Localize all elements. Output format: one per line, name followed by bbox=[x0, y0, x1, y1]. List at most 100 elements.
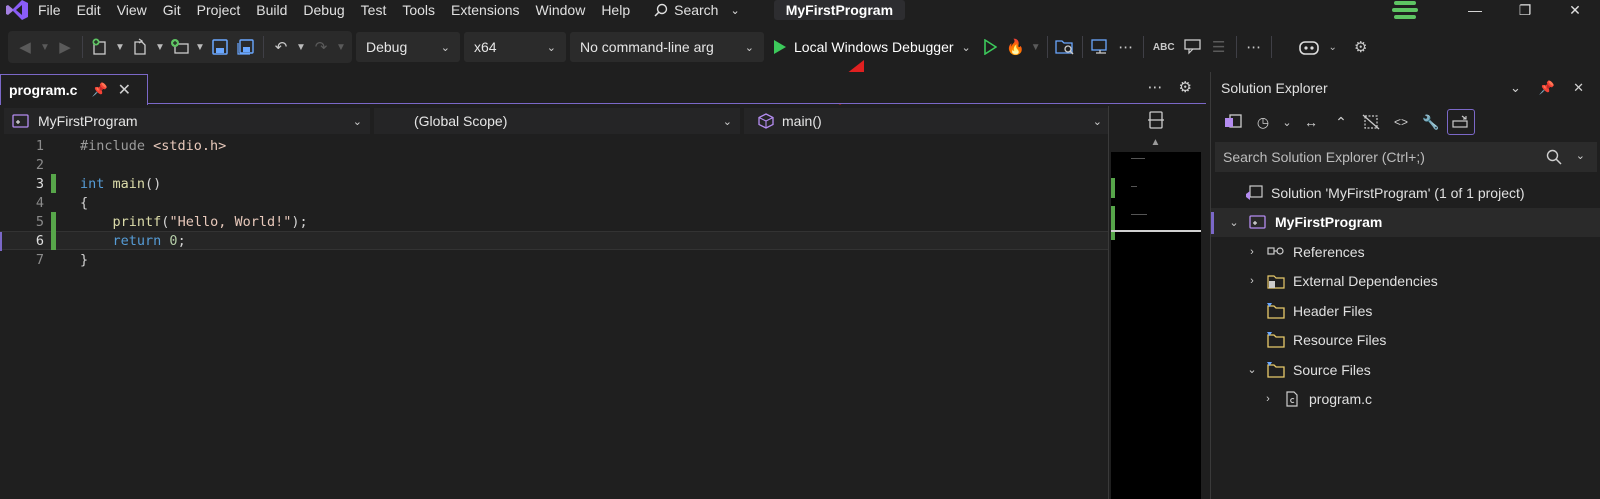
external-dependencies-icon bbox=[1267, 273, 1285, 289]
copilot-icon[interactable] bbox=[1296, 34, 1322, 60]
more-options-icon[interactable]: ⋯ bbox=[1241, 34, 1267, 60]
code-line[interactable]: 2 bbox=[0, 155, 1108, 174]
preview-selected-items-icon[interactable] bbox=[1447, 109, 1475, 135]
tree-item-external-dependencies[interactable]: › External Dependencies bbox=[1211, 267, 1600, 297]
menu-view[interactable]: View bbox=[109, 0, 155, 20]
visual-studio-logo-icon[interactable] bbox=[4, 0, 30, 20]
save-all-icon[interactable] bbox=[233, 34, 259, 60]
solution-search-input[interactable]: Search Solution Explorer (Ctrl+;) ⌄ bbox=[1215, 142, 1597, 172]
navigate-forward-icon[interactable]: ▶ bbox=[52, 34, 78, 60]
menu-build[interactable]: Build bbox=[248, 0, 295, 20]
member-dropdown[interactable]: main() ⌄ bbox=[744, 108, 1110, 134]
tree-item-program-c[interactable]: › program.c bbox=[1211, 385, 1600, 415]
menu-edit[interactable]: Edit bbox=[69, 0, 109, 20]
chevron-down-icon[interactable]: ⌄ bbox=[1576, 149, 1585, 165]
tree-item-source-files[interactable]: ⌄ Source Files bbox=[1211, 355, 1600, 385]
chevron-down-icon[interactable]: ▼ bbox=[38, 42, 52, 53]
chevron-down-icon[interactable]: ⌄ bbox=[1279, 109, 1295, 135]
navigate-back-icon[interactable]: ◀ bbox=[12, 34, 38, 60]
pin-icon[interactable]: 📌 bbox=[91, 82, 107, 98]
chevron-down-icon[interactable]: ⌄ bbox=[1326, 42, 1340, 53]
scope-dropdown[interactable]: (Global Scope) ⌄ bbox=[374, 108, 740, 134]
undo-icon[interactable]: ↶ bbox=[268, 34, 294, 60]
tree-item-solution[interactable]: Solution 'MyFirstProgram' (1 of 1 projec… bbox=[1211, 178, 1600, 208]
chevron-down-icon[interactable]: ▼ bbox=[153, 42, 167, 53]
split-editor-icon[interactable] bbox=[1109, 106, 1202, 134]
menu-tools[interactable]: Tools bbox=[394, 0, 443, 20]
change-indicator bbox=[51, 231, 56, 250]
more-options-icon[interactable]: ⋯ bbox=[1148, 78, 1163, 96]
gear-icon[interactable]: ⚙ bbox=[1179, 78, 1192, 96]
tree-item-project[interactable]: ⌄ MyFirstProgram bbox=[1211, 207, 1600, 237]
switch-views-icon[interactable] bbox=[1219, 109, 1247, 135]
account-avatar-icon[interactable] bbox=[1392, 1, 1418, 19]
more-options-icon[interactable]: ⋯ bbox=[1113, 34, 1139, 60]
find-in-files-icon[interactable] bbox=[1052, 34, 1078, 60]
menu-git[interactable]: Git bbox=[155, 0, 189, 20]
chevron-down-icon[interactable]: ⌄ bbox=[1245, 363, 1259, 376]
properties-wrench-icon[interactable]: 🔧 bbox=[1417, 109, 1445, 135]
pin-icon[interactable]: 📌 bbox=[1539, 80, 1555, 96]
menu-extensions[interactable]: Extensions bbox=[443, 0, 527, 20]
chevron-down-icon[interactable]: ⌄ bbox=[962, 41, 971, 54]
add-item-icon[interactable] bbox=[167, 34, 193, 60]
minimap[interactable]: ▲ bbox=[1108, 106, 1202, 499]
code-line[interactable]: 6 return 0; bbox=[0, 231, 1108, 251]
code-line[interactable]: 1 #include <stdio.h> bbox=[0, 136, 1108, 155]
comment-icon[interactable] bbox=[1180, 34, 1206, 60]
close-icon[interactable]: ✕ bbox=[118, 80, 131, 100]
solution-platform-dropdown[interactable]: x64 ⌄ bbox=[464, 32, 566, 62]
settings-gear-icon[interactable]: ⚙ bbox=[1348, 34, 1374, 60]
menu-test[interactable]: Test bbox=[353, 0, 395, 20]
scroll-up-icon[interactable]: ▲ bbox=[1109, 134, 1202, 150]
chevron-down-icon[interactable]: ⌄ bbox=[1227, 216, 1241, 229]
chevron-right-icon[interactable]: › bbox=[1245, 275, 1259, 287]
redo-icon[interactable]: ↷ bbox=[308, 34, 334, 60]
search-icon[interactable] bbox=[1546, 149, 1562, 165]
code-line[interactable]: 3 int main() bbox=[0, 174, 1108, 193]
code-editor[interactable]: 1 #include <stdio.h> 2 3 int main() 4{5 print… bbox=[0, 136, 1108, 499]
tree-item-references[interactable]: › References bbox=[1211, 237, 1600, 267]
minimap-overview[interactable] bbox=[1111, 152, 1201, 499]
new-project-icon[interactable] bbox=[87, 34, 113, 60]
spell-check-icon[interactable]: ABC bbox=[1148, 34, 1180, 60]
restore-icon[interactable]: ❐ bbox=[1500, 2, 1550, 19]
uncomment-icon[interactable]: ☰ bbox=[1206, 34, 1232, 60]
chevron-right-icon[interactable]: › bbox=[1245, 246, 1259, 258]
tab-program-c[interactable]: program.c 📌 ✕ bbox=[0, 74, 148, 105]
view-code-icon[interactable]: <> bbox=[1387, 109, 1415, 135]
chevron-down-icon[interactable]: ▼ bbox=[1029, 42, 1043, 53]
hot-reload-icon[interactable]: 🔥 bbox=[1003, 34, 1029, 60]
chevron-down-icon[interactable]: ▼ bbox=[334, 42, 348, 53]
save-icon[interactable] bbox=[207, 34, 233, 60]
chevron-down-icon[interactable]: ▼ bbox=[113, 42, 127, 53]
close-icon[interactable]: ✕ bbox=[1573, 80, 1584, 96]
tree-item-header-files[interactable]: Header Files bbox=[1211, 296, 1600, 326]
chevron-down-icon[interactable]: ⌄ bbox=[1510, 80, 1521, 96]
code-line[interactable]: 7} bbox=[0, 250, 1108, 269]
solution-configuration-dropdown[interactable]: Debug ⌄ bbox=[356, 32, 460, 62]
live-share-icon[interactable] bbox=[1087, 34, 1113, 60]
menu-file[interactable]: File bbox=[30, 0, 69, 20]
start-without-debugging-icon[interactable] bbox=[977, 34, 1003, 60]
menu-debug[interactable]: Debug bbox=[295, 0, 352, 20]
open-file-icon[interactable] bbox=[127, 34, 153, 60]
command-line-args-dropdown[interactable]: No command-line arg ⌄ bbox=[570, 32, 764, 62]
chevron-down-icon[interactable]: ▼ bbox=[193, 42, 207, 53]
sync-with-active-document-icon[interactable]: ↔ bbox=[1297, 109, 1325, 135]
menu-search[interactable]: Search ⌄ bbox=[644, 2, 750, 18]
menu-help[interactable]: Help bbox=[593, 0, 638, 20]
project-dropdown[interactable]: MyFirstProgram ⌄ bbox=[4, 108, 370, 134]
close-window-icon[interactable]: ✕ bbox=[1550, 2, 1600, 19]
menu-project[interactable]: Project bbox=[189, 0, 249, 20]
menu-window[interactable]: Window bbox=[528, 0, 594, 20]
show-all-files-icon[interactable] bbox=[1357, 109, 1385, 135]
collapse-all-icon[interactable]: ⌃ bbox=[1327, 109, 1355, 135]
chevron-down-icon[interactable]: ▼ bbox=[294, 42, 308, 53]
tree-item-resource-files[interactable]: Resource Files bbox=[1211, 326, 1600, 356]
pending-changes-filter-icon[interactable]: ◷ bbox=[1249, 109, 1277, 135]
code-line[interactable]: 5 printf("Hello, World!"); bbox=[0, 212, 1108, 231]
minimize-icon[interactable]: — bbox=[1450, 2, 1500, 18]
code-line[interactable]: 4{ bbox=[0, 193, 1108, 212]
chevron-right-icon[interactable]: › bbox=[1261, 393, 1275, 405]
